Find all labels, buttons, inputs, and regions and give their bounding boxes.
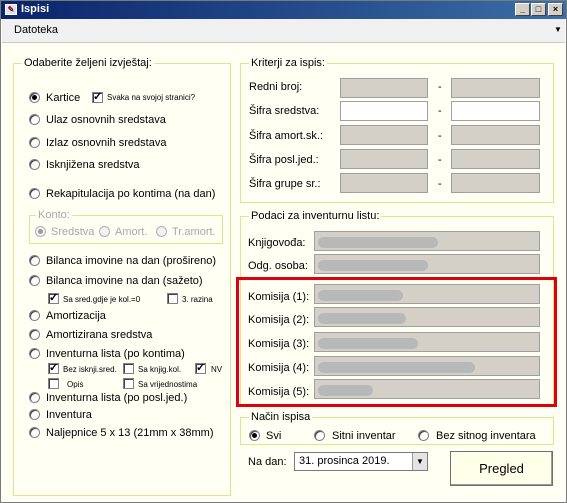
sifra-grupe-label: Šifra grupe sr.: bbox=[249, 178, 321, 190]
sifra-grupe-to[interactable] bbox=[451, 173, 540, 193]
radio-naljepnice[interactable] bbox=[29, 427, 40, 438]
radio-izlaz-label: Izlaz osnovnih sredstava bbox=[46, 137, 167, 149]
check-svaka-na-svojoj[interactable] bbox=[92, 90, 103, 103]
radio-rekapitulacija[interactable] bbox=[29, 188, 40, 199]
sifra-grupe-dash: - bbox=[438, 178, 442, 190]
radio-ulaz[interactable] bbox=[29, 114, 40, 125]
radio-konto-sredstva-label: Sredstva bbox=[51, 226, 95, 238]
redni-broj-label: Redni broj: bbox=[249, 81, 303, 93]
radio-konto-amort-label: Amort. bbox=[115, 226, 148, 238]
date-value: 31. prosinca 2019. bbox=[299, 455, 390, 467]
check-opis-label: Opis bbox=[67, 380, 84, 389]
menu-datoteka[interactable]: Datoteka bbox=[14, 24, 58, 36]
check-bez-isknji[interactable] bbox=[48, 361, 59, 374]
date-label: Na dan: bbox=[248, 456, 287, 468]
radio-inventura[interactable] bbox=[29, 409, 40, 420]
sifra-posl-label: Šifra posl.jed.: bbox=[249, 154, 319, 166]
sifra-amort-label: Šifra amort.sk.: bbox=[249, 130, 323, 142]
radio-iskljuzena-label: Isknjižena sredstva bbox=[46, 159, 140, 171]
close-button[interactable]: × bbox=[548, 3, 563, 16]
check-sa-knjig-kol[interactable] bbox=[123, 363, 134, 374]
knjigovodja-label: Knjigovođa: bbox=[248, 237, 306, 249]
sifra-sredstva-label: Šifra sredstva: bbox=[249, 105, 320, 117]
radio-kartice-label: Kartice bbox=[46, 92, 81, 104]
window-title: Ispisi bbox=[21, 3, 50, 15]
radio-amortizacija-label: Amortizacija bbox=[46, 310, 106, 322]
radio-izlaz[interactable] bbox=[29, 137, 40, 148]
radio-konto-sredstva[interactable] bbox=[35, 226, 46, 237]
sifra-amort-dash: - bbox=[438, 130, 442, 142]
radio-inventurna-posl-label: Inventurna lista (po posl.jed.) bbox=[46, 392, 188, 404]
sifra-posl-dash: - bbox=[438, 154, 442, 166]
radio-rekapitulacija-label: Rekapitulacija po kontima (na dan) bbox=[46, 188, 216, 200]
radio-ulaz-label: Ulaz osnovnih sredstava bbox=[46, 114, 166, 126]
app-icon: ✎ bbox=[5, 4, 17, 15]
sifra-posl-from[interactable] bbox=[340, 149, 428, 169]
radio-amortizirana-label: Amortizirana sredstva bbox=[46, 329, 153, 341]
radio-inventura-label: Inventura bbox=[46, 409, 92, 421]
redni-broj-dash: - bbox=[438, 81, 442, 93]
check-sa-sred-gdje-label: Sa sred.gdje je kol.=0 bbox=[63, 295, 141, 304]
sifra-posl-to[interactable] bbox=[451, 149, 540, 169]
title-bar: ✎ Ispisi _ □ × bbox=[1, 1, 566, 19]
print-mode-group-title: Način ispisa bbox=[249, 411, 313, 423]
check-sa-knjig-kol-label: Sa knjig.kol. bbox=[138, 365, 182, 374]
menu-overflow-icon[interactable]: ▼ bbox=[554, 25, 562, 37]
radio-inventurna-kontima[interactable] bbox=[29, 348, 40, 359]
sifra-amort-from[interactable] bbox=[340, 125, 428, 145]
radio-bilanca-prosireno[interactable] bbox=[29, 255, 40, 266]
ispisi-window: ✎ Ispisi _ □ × Datoteka ▼ Odaberite želj… bbox=[0, 0, 567, 503]
radio-amortizacija[interactable] bbox=[29, 310, 40, 321]
radio-bilanca-prosireno-label: Bilanca imovine na dan (prošireno) bbox=[46, 255, 216, 267]
sifra-grupe-from[interactable] bbox=[340, 173, 428, 193]
date-dropdown-icon[interactable]: ▼ bbox=[412, 453, 427, 470]
radio-inventurna-kontima-label: Inventurna lista (po kontima) bbox=[46, 348, 185, 360]
redni-broj-from[interactable] bbox=[340, 78, 428, 98]
radio-svi[interactable] bbox=[249, 430, 260, 441]
check-treca-razina[interactable] bbox=[167, 293, 178, 304]
date-picker[interactable]: 31. prosinca 2019. ▼ bbox=[294, 452, 428, 471]
sifra-amort-to[interactable] bbox=[451, 125, 540, 145]
pregled-button[interactable]: Pregled bbox=[450, 451, 553, 486]
komisija-highlight bbox=[236, 277, 557, 407]
check-treca-razina-label: 3. razina bbox=[182, 295, 213, 304]
sifra-sredstva-from[interactable] bbox=[340, 101, 428, 121]
sifra-sredstva-dash: - bbox=[438, 105, 442, 117]
radio-konto-amort[interactable] bbox=[99, 226, 110, 237]
radio-naljepnice-label: Naljepnice 5 x 13 (21mm x 38mm) bbox=[46, 427, 214, 439]
radio-bez-sitnog-label: Bez sitnog inventara bbox=[436, 430, 536, 442]
radio-sitni[interactable] bbox=[314, 430, 325, 441]
konto-group-title: Konto: bbox=[36, 209, 72, 221]
sifra-sredstva-to[interactable] bbox=[451, 101, 540, 121]
knjigovodja-field[interactable] bbox=[314, 231, 540, 251]
radio-sitni-label: Sitni inventar bbox=[332, 430, 396, 442]
radio-iskljuzena[interactable] bbox=[29, 159, 40, 170]
check-opis[interactable] bbox=[48, 378, 59, 389]
radio-bilanca-sazeto-label: Bilanca imovine na dan (sažeto) bbox=[46, 275, 203, 287]
radio-amortizirana[interactable] bbox=[29, 329, 40, 340]
check-sa-sred-gdje[interactable] bbox=[48, 291, 59, 304]
check-sa-vrijednostima[interactable] bbox=[123, 378, 134, 389]
radio-konto-tr-amort[interactable] bbox=[156, 226, 167, 237]
redni-broj-to[interactable] bbox=[451, 78, 540, 98]
radio-inventurna-posl[interactable] bbox=[29, 392, 40, 403]
inventory-group-title: Podaci za inventurnu listu: bbox=[249, 210, 382, 222]
radio-konto-tr-amort-label: Tr.amort. bbox=[172, 226, 216, 238]
minimize-button[interactable]: _ bbox=[515, 3, 530, 16]
radio-kartice[interactable] bbox=[29, 92, 40, 103]
check-nv-label: NV bbox=[211, 365, 223, 374]
criteria-group-title: Kriterji za ispis: bbox=[249, 57, 327, 69]
radio-svi-label: Svi bbox=[266, 430, 282, 442]
check-svaka-label: Svaka na svojoj stranici? bbox=[107, 93, 196, 102]
menu-bar: Datoteka ▼ bbox=[2, 19, 565, 43]
radio-bilanca-sazeto[interactable] bbox=[29, 275, 40, 286]
radio-bez-sitnog[interactable] bbox=[418, 430, 429, 441]
check-nv[interactable] bbox=[195, 361, 206, 374]
report-group-title: Odaberite željeni izvještaj: bbox=[22, 57, 154, 69]
check-sa-vrijednostima-label: Sa vrijednostima bbox=[138, 380, 198, 389]
check-bez-isknji-label: Bez isknji.sred. bbox=[63, 365, 117, 374]
odg-osoba-label: Odg. osoba: bbox=[248, 260, 308, 272]
maximize-button[interactable]: □ bbox=[531, 3, 546, 16]
odg-osoba-field[interactable] bbox=[314, 254, 540, 274]
